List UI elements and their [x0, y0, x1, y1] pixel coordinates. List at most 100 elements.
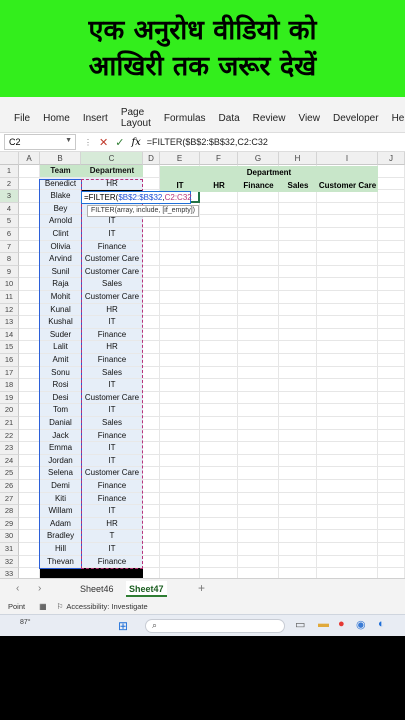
tab-home[interactable]: Home — [43, 113, 70, 124]
grid-cell[interactable] — [160, 404, 200, 417]
grid-cell[interactable] — [378, 530, 405, 543]
grid-cell[interactable] — [143, 215, 160, 228]
row-header[interactable]: 1 — [0, 165, 19, 178]
grid-cell[interactable] — [143, 404, 160, 417]
grid-cell[interactable] — [279, 379, 317, 392]
grid-cell[interactable] — [160, 366, 200, 380]
grid-cell[interactable] — [19, 165, 40, 178]
row-header[interactable]: 11 — [0, 291, 19, 304]
grid-cell[interactable] — [238, 467, 279, 480]
grid-cell[interactable] — [378, 190, 405, 203]
row-header[interactable]: 15 — [0, 341, 19, 354]
grid-cell[interactable] — [160, 265, 200, 279]
grid-cell[interactable] — [200, 429, 238, 443]
grid-cell[interactable] — [160, 543, 200, 556]
grid-cell[interactable] — [378, 215, 405, 228]
grid-cell[interactable] — [279, 278, 317, 291]
row-header[interactable]: 32 — [0, 555, 19, 569]
row-header[interactable]: 18 — [0, 379, 19, 392]
edge-icon[interactable]: ◐ — [378, 618, 385, 630]
grid-cell[interactable] — [200, 303, 238, 317]
grid-cell[interactable] — [143, 379, 160, 392]
grid-cell[interactable] — [279, 202, 317, 216]
row-header[interactable]: 21 — [0, 417, 19, 430]
grid-cell[interactable] — [317, 505, 378, 518]
grid-cell[interactable] — [317, 190, 378, 203]
row-header[interactable]: 29 — [0, 517, 19, 531]
windows-start-icon[interactable]: ⊞ — [118, 619, 128, 633]
grid-cell[interactable] — [160, 291, 200, 304]
grid-cell[interactable] — [200, 530, 238, 543]
grid-cell[interactable] — [378, 341, 405, 354]
grid-cell[interactable] — [19, 202, 40, 216]
grid-cell[interactable] — [160, 467, 200, 480]
grid-cell[interactable] — [279, 328, 317, 342]
row-header[interactable]: 5 — [0, 215, 19, 228]
row-header[interactable]: 22 — [0, 429, 19, 443]
grid-cell[interactable] — [317, 530, 378, 543]
grid-cell[interactable] — [200, 278, 238, 291]
grid-cell[interactable] — [19, 303, 40, 317]
grid-cell[interactable] — [160, 391, 200, 405]
grid-cell[interactable] — [160, 240, 200, 254]
grid-cell[interactable] — [378, 442, 405, 455]
grid-cell[interactable] — [279, 366, 317, 380]
grid-cell[interactable] — [143, 366, 160, 380]
grid-cell[interactable] — [317, 429, 378, 443]
grid-cell[interactable] — [317, 391, 378, 405]
grid-cell[interactable] — [200, 190, 238, 203]
chevron-left-icon[interactable]: ‹ — [16, 583, 19, 594]
grid-cell[interactable] — [378, 391, 405, 405]
grid-cell[interactable] — [160, 215, 200, 228]
grid-cell[interactable] — [378, 454, 405, 468]
grid-cell[interactable] — [143, 517, 160, 531]
grid-cell[interactable] — [143, 228, 160, 241]
grid-cell[interactable] — [279, 480, 317, 493]
grid-cell[interactable] — [238, 240, 279, 254]
grid-cell[interactable] — [238, 379, 279, 392]
grid-cell[interactable] — [160, 379, 200, 392]
grid-cell[interactable] — [19, 265, 40, 279]
grid-cell[interactable] — [317, 442, 378, 455]
grid-cell[interactable] — [279, 303, 317, 317]
grid-cell[interactable] — [200, 341, 238, 354]
grid-cell[interactable] — [143, 467, 160, 480]
column-header-a[interactable]: A — [19, 152, 40, 165]
grid-cell[interactable] — [279, 492, 317, 506]
grid-cell[interactable] — [317, 278, 378, 291]
column-header-g[interactable]: G — [238, 152, 279, 165]
grid-cell[interactable] — [143, 505, 160, 518]
grid-cell[interactable] — [317, 202, 378, 216]
grid-cell[interactable] — [238, 454, 279, 468]
grid-cell[interactable] — [378, 177, 405, 191]
sheet-tab-47[interactable]: Sheet47 — [126, 581, 167, 597]
grid-cell[interactable] — [238, 480, 279, 493]
row-header[interactable]: 17 — [0, 366, 19, 380]
grid-cell[interactable] — [19, 442, 40, 455]
grid-cell[interactable] — [378, 328, 405, 342]
grid-cell[interactable] — [279, 530, 317, 543]
grid-cell[interactable] — [143, 328, 160, 342]
grid-cell[interactable] — [200, 543, 238, 556]
row-header[interactable]: 24 — [0, 454, 19, 468]
grid-cell[interactable] — [200, 442, 238, 455]
grid-cell[interactable] — [378, 228, 405, 241]
grid-cell[interactable] — [279, 505, 317, 518]
grid-cell[interactable] — [19, 253, 40, 266]
grid-cell[interactable] — [378, 417, 405, 430]
grid-cell[interactable] — [143, 354, 160, 367]
grid-cell[interactable] — [200, 240, 238, 254]
row-header[interactable]: 3 — [0, 190, 19, 203]
grid-cell[interactable] — [143, 278, 160, 291]
grid-cell[interactable] — [279, 454, 317, 468]
column-header-e[interactable]: E — [160, 152, 200, 165]
grid-cell[interactable] — [200, 555, 238, 569]
grid-cell[interactable] — [19, 391, 40, 405]
grid-cell[interactable] — [279, 190, 317, 203]
column-header-f[interactable]: F — [200, 152, 238, 165]
grid-cell[interactable] — [200, 480, 238, 493]
grid-cell[interactable] — [378, 291, 405, 304]
taskbar-search-box[interactable]: ⌕ — [145, 619, 285, 633]
grid-cell[interactable] — [317, 366, 378, 380]
row-header[interactable]: 8 — [0, 253, 19, 266]
